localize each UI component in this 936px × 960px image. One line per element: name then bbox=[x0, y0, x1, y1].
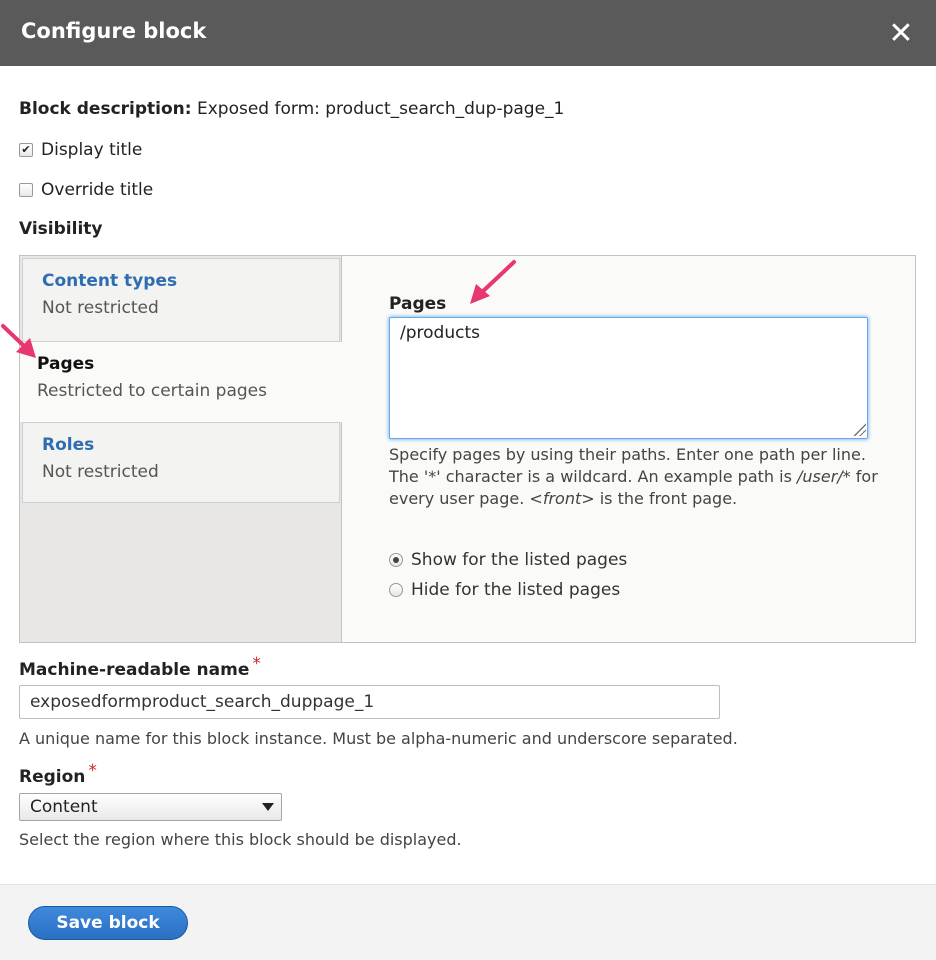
tab-content-types-summary: Not restricted bbox=[42, 298, 159, 318]
region-description: Select the region where this block shoul… bbox=[19, 830, 462, 849]
machine-name-label: Machine-readable name * bbox=[19, 654, 261, 680]
block-description-value: Exposed form: product_search_dup-page_1 bbox=[196, 99, 565, 119]
tab-content-types[interactable]: Content types Not restricted bbox=[22, 258, 340, 342]
machine-name-input[interactable] bbox=[19, 685, 720, 719]
dialog-title: Configure block bbox=[21, 19, 207, 43]
textarea-resize-handle[interactable] bbox=[852, 422, 866, 436]
pages-tab-pane: Pages /products Specify pages by using t… bbox=[342, 256, 915, 642]
pages-help-front: <front> bbox=[529, 489, 595, 508]
tab-pages-title[interactable]: Pages bbox=[37, 354, 344, 374]
pages-textarea[interactable]: /products bbox=[389, 317, 868, 439]
region-label-text: Region bbox=[19, 767, 86, 787]
override-title-checkbox[interactable] bbox=[19, 183, 33, 197]
region-select-value: Content bbox=[30, 797, 98, 817]
tab-roles[interactable]: Roles Not restricted bbox=[22, 422, 340, 503]
radio-hide-label: Hide for the listed pages bbox=[411, 580, 621, 600]
tab-roles-summary: Not restricted bbox=[42, 462, 159, 482]
required-marker: * bbox=[252, 654, 261, 674]
region-select[interactable]: Content bbox=[19, 793, 282, 821]
tab-content-types-title[interactable]: Content types bbox=[42, 271, 339, 291]
tab-pages-summary: Restricted to certain pages bbox=[37, 381, 267, 401]
pages-help-part: is the front page. bbox=[594, 489, 738, 508]
machine-name-description: A unique name for this block instance. M… bbox=[19, 729, 738, 748]
block-description-label: Block description: bbox=[19, 99, 192, 119]
save-block-button[interactable]: Save block bbox=[28, 906, 188, 940]
override-title-row[interactable]: Override title bbox=[19, 180, 153, 200]
annotation-arrow-icon bbox=[1, 324, 36, 358]
vertical-tabs-menu: Content types Not restricted Pages Restr… bbox=[20, 256, 344, 642]
pages-field-label: Pages bbox=[389, 294, 447, 314]
annotation-arrow-icon bbox=[470, 260, 516, 304]
visibility-heading: Visibility bbox=[19, 219, 103, 239]
radio-hide-row[interactable]: Hide for the listed pages bbox=[389, 580, 620, 600]
display-title-row[interactable]: ✔ Display title bbox=[19, 140, 142, 160]
pages-help-part: Specify pages by using their paths. Ente… bbox=[389, 445, 866, 486]
radio-hide-listed[interactable] bbox=[389, 583, 403, 597]
radio-show-listed[interactable] bbox=[389, 553, 403, 567]
radio-show-label: Show for the listed pages bbox=[411, 550, 628, 570]
required-marker: * bbox=[88, 761, 97, 781]
display-title-checkbox[interactable]: ✔ bbox=[19, 143, 33, 157]
machine-name-label-text: Machine-readable name bbox=[19, 660, 250, 680]
pages-help-path: /user/* bbox=[797, 467, 851, 486]
display-title-label: Display title bbox=[41, 140, 143, 160]
dialog-footer: Save block bbox=[0, 884, 936, 960]
block-description: Block description: Exposed form: product… bbox=[19, 99, 564, 119]
region-label: Region * bbox=[19, 761, 97, 787]
close-icon[interactable]: ✕ bbox=[884, 16, 918, 51]
radio-show-row[interactable]: Show for the listed pages bbox=[389, 550, 627, 570]
override-title-label: Override title bbox=[41, 180, 154, 200]
visibility-vertical-tabs: Content types Not restricted Pages Restr… bbox=[19, 255, 916, 643]
tab-roles-title[interactable]: Roles bbox=[42, 435, 339, 455]
chevron-down-icon bbox=[262, 803, 274, 811]
dialog-titlebar: Configure block ✕ bbox=[0, 0, 936, 66]
pages-help-text: Specify pages by using their paths. Ente… bbox=[389, 444, 879, 510]
tab-pages[interactable]: Pages Restricted to certain pages bbox=[20, 342, 344, 422]
